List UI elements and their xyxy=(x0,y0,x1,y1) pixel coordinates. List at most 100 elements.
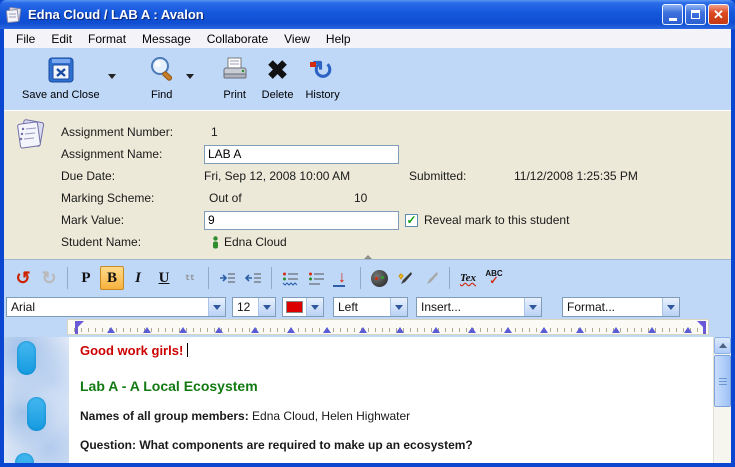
tab-stop-marker[interactable] xyxy=(107,327,115,333)
assignment-name-input[interactable] xyxy=(204,145,399,164)
reveal-mark-checkbox[interactable] xyxy=(405,214,418,227)
font-size-value: 12 xyxy=(233,300,258,314)
fixed-font-button[interactable]: tt xyxy=(178,266,202,290)
pane-splitter-grip[interactable] xyxy=(364,255,372,259)
tab-stop-marker[interactable] xyxy=(504,327,512,333)
right-indent-marker[interactable] xyxy=(695,321,706,334)
undo-button[interactable]: ↺ xyxy=(11,266,35,290)
separator xyxy=(67,267,68,289)
left-indent-marker[interactable] xyxy=(75,321,85,334)
print-button[interactable]: Print xyxy=(214,52,256,106)
spell-check-icon: ABC ✓ xyxy=(485,270,502,287)
chevron-down-icon[interactable] xyxy=(662,298,679,316)
maximize-button[interactable] xyxy=(685,4,706,25)
indent-decrease-button[interactable] xyxy=(241,266,265,290)
minimize-button[interactable] xyxy=(662,4,683,25)
list-style-icon xyxy=(308,271,325,286)
separator xyxy=(360,267,361,289)
menu-help[interactable]: Help xyxy=(318,30,359,48)
menu-file[interactable]: File xyxy=(8,30,43,48)
tab-stop-marker[interactable] xyxy=(215,327,223,333)
tab-stop-marker[interactable] xyxy=(287,327,295,333)
student-name-value[interactable]: Edna Cloud xyxy=(224,235,287,249)
menu-collaborate[interactable]: Collaborate xyxy=(199,30,276,48)
title-bar[interactable]: Edna Cloud / LAB A : Avalon ✕ xyxy=(0,0,735,29)
style-combo-row: Arial 12 Left Insert... Format... xyxy=(4,296,731,318)
plain-style-button[interactable]: P xyxy=(74,266,98,290)
remove-format-button[interactable] xyxy=(419,266,443,290)
chevron-down-icon[interactable] xyxy=(258,298,275,316)
find-dropdown-arrow-icon[interactable] xyxy=(186,74,194,79)
insert-signature-button[interactable]: ↓ xyxy=(330,266,354,290)
row-assignment-name: Assignment Name: xyxy=(4,143,731,165)
document-editor[interactable]: Good work girls! Lab A - A Local Ecosyst… xyxy=(4,337,713,463)
tab-stop-marker[interactable] xyxy=(648,327,656,333)
tab-stop-marker[interactable] xyxy=(396,327,404,333)
ruler-row xyxy=(4,318,731,337)
tab-stop-marker[interactable] xyxy=(432,327,440,333)
save-and-close-button[interactable]: Save and Close xyxy=(16,52,106,106)
save-dropdown-arrow-icon[interactable] xyxy=(108,74,116,79)
menu-edit[interactable]: Edit xyxy=(43,30,80,48)
alignment-select[interactable]: Left xyxy=(333,297,408,317)
font-family-value: Arial xyxy=(7,300,208,314)
redo-button[interactable]: ↻ xyxy=(37,266,61,290)
spell-check-button[interactable]: ABC ✓ xyxy=(482,266,506,290)
print-icon xyxy=(220,52,250,88)
format-painter-button[interactable] xyxy=(393,266,417,290)
font-size-select[interactable]: 12 xyxy=(232,297,276,317)
chevron-down-icon[interactable] xyxy=(306,298,323,316)
members-names: Edna Cloud, Helen Highwater xyxy=(249,409,410,423)
separator xyxy=(449,267,450,289)
history-icon: ↻ xyxy=(312,52,334,88)
font-color-select[interactable] xyxy=(282,297,324,317)
tab-stop-marker[interactable] xyxy=(540,327,548,333)
scroll-up-button[interactable] xyxy=(714,337,731,354)
tab-stop-marker[interactable] xyxy=(468,327,476,333)
italic-button[interactable]: I xyxy=(126,266,150,290)
tab-stop-marker[interactable] xyxy=(143,327,151,333)
tab-stop-marker[interactable] xyxy=(684,327,692,333)
underline-button[interactable]: U xyxy=(152,266,176,290)
format-select[interactable]: Format... xyxy=(562,297,680,317)
separator xyxy=(271,267,272,289)
separator xyxy=(208,267,209,289)
find-button[interactable]: Find xyxy=(140,52,184,106)
mark-value-input[interactable] xyxy=(204,211,399,230)
submitted-label: Submitted: xyxy=(409,169,514,183)
bold-button[interactable]: B xyxy=(100,266,124,290)
chevron-down-icon[interactable] xyxy=(524,298,541,316)
due-date-label: Due Date: xyxy=(61,169,204,183)
indent-increase-icon xyxy=(219,271,236,285)
tab-stop-marker[interactable] xyxy=(251,327,259,333)
chevron-down-icon[interactable] xyxy=(390,298,407,316)
ruler[interactable] xyxy=(67,319,709,335)
tab-stop-marker[interactable] xyxy=(612,327,620,333)
history-button[interactable]: ↻ History xyxy=(299,52,345,106)
tab-stop-marker[interactable] xyxy=(359,327,367,333)
list-style-button[interactable] xyxy=(304,266,328,290)
delete-button[interactable]: ✖ Delete xyxy=(256,52,300,106)
link-globe-icon xyxy=(371,270,388,287)
paragraph-style-button[interactable] xyxy=(278,266,302,290)
spell-as-you-type-button[interactable]: Tex xyxy=(456,266,480,290)
indent-increase-button[interactable] xyxy=(215,266,239,290)
font-family-select[interactable]: Arial xyxy=(6,297,226,317)
window-title: Edna Cloud / LAB A : Avalon xyxy=(28,7,662,22)
insert-select[interactable]: Insert... xyxy=(416,297,542,317)
document-row: Good work girls! Lab A - A Local Ecosyst… xyxy=(4,337,731,463)
close-button[interactable]: ✕ xyxy=(708,4,729,25)
tab-stop-marker[interactable] xyxy=(323,327,331,333)
scrollbar-thumb[interactable] xyxy=(714,355,731,407)
link-button[interactable] xyxy=(367,266,391,290)
tab-stop-marker[interactable] xyxy=(179,327,187,333)
chevron-down-icon[interactable] xyxy=(208,298,225,316)
menu-message[interactable]: Message xyxy=(134,30,199,48)
tab-stop-marker[interactable] xyxy=(576,327,584,333)
assignment-form: Assignment Number: 1 Assignment Name: Du… xyxy=(4,110,731,259)
vertical-scrollbar[interactable] xyxy=(713,337,731,463)
menu-view[interactable]: View xyxy=(276,30,318,48)
members-label: Names of all group members: xyxy=(80,409,249,423)
menu-format[interactable]: Format xyxy=(80,30,134,48)
paragraph-style-icon xyxy=(282,271,299,286)
